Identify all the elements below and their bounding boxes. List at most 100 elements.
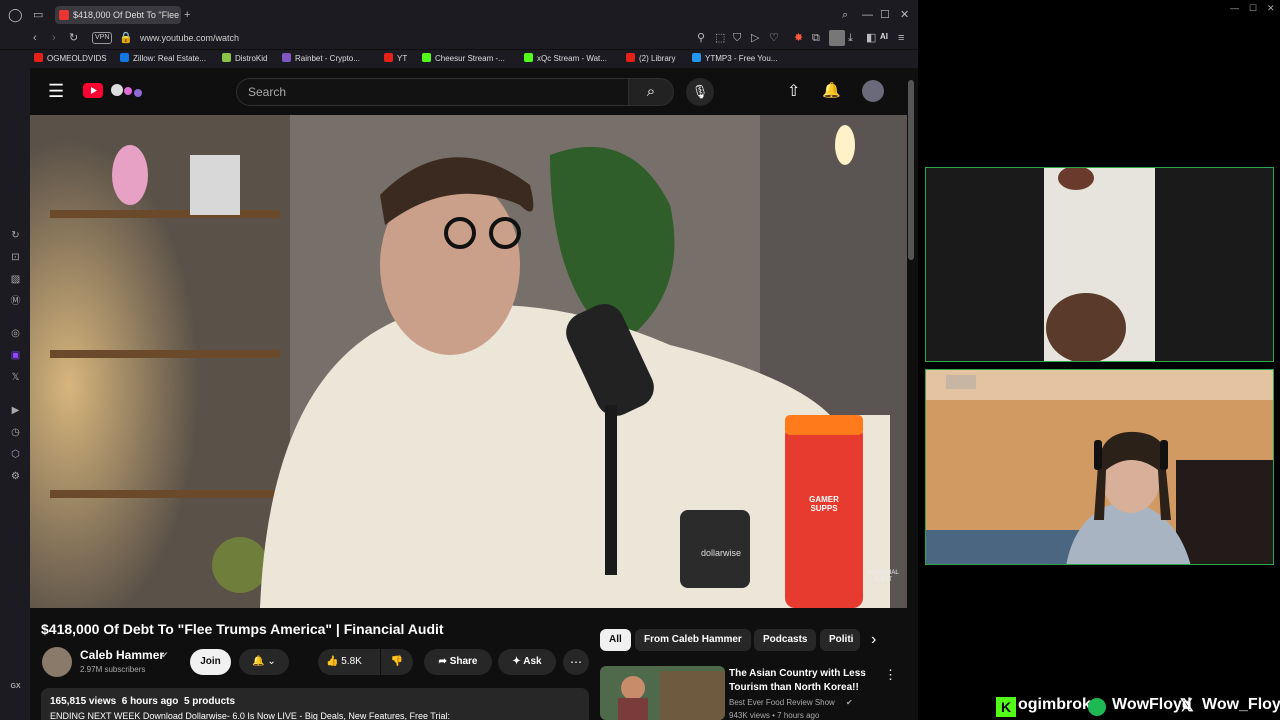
rec-thumbnail[interactable] <box>600 666 725 720</box>
channel-name[interactable]: Caleb Hammer <box>80 648 164 662</box>
rec-channel[interactable]: Best Ever Food Review Show <box>729 698 835 707</box>
account-avatar[interactable] <box>862 80 884 102</box>
video-player[interactable]: dollarwise GAMER SUPPS FINANCIAL AUDIT <box>30 115 907 608</box>
chips-next-icon[interactable]: › <box>871 631 876 649</box>
description-box[interactable]: 165,815 views 6 hours ago 5 products END… <box>41 688 589 720</box>
rec-title-line1[interactable]: The Asian Country with Less <box>729 667 866 681</box>
settings-icon[interactable]: ⚙ <box>9 470 22 483</box>
extension-icon[interactable]: ✸ <box>794 31 803 45</box>
bookmark-favicon-icon <box>34 53 43 62</box>
clock-icon[interactable]: ◷ <box>9 426 22 439</box>
streamer-camera-feed <box>926 370 1273 564</box>
snapshot-icon[interactable]: ⬚ <box>715 31 725 45</box>
maximize-icon[interactable]: ☐ <box>1249 3 1257 14</box>
ask-button[interactable]: ✦ Ask <box>498 649 556 675</box>
video-title: $418,000 Of Debt To "Flee Trumps America… <box>41 621 444 637</box>
more-actions-button[interactable]: ⋯ <box>563 649 589 675</box>
back-icon[interactable]: ‹ <box>33 31 37 45</box>
voice-search-button[interactable]: 🎙 <box>686 78 714 106</box>
url-field[interactable]: www.youtube.com/watch <box>140 31 239 45</box>
page-scrollbar[interactable] <box>908 80 914 260</box>
chip-politics[interactable]: Politi <box>820 629 860 651</box>
doodle-logo-icon[interactable] <box>108 81 146 99</box>
subscribed-bell-button[interactable]: 🔔 ⌄ <box>239 649 289 675</box>
discord-icon[interactable]: ◎ <box>9 327 22 340</box>
search-icon: ⌕ <box>646 83 656 100</box>
search-input[interactable]: Search <box>236 78 630 106</box>
chip-podcasts[interactable]: Podcasts <box>754 629 817 651</box>
thumbs-down-icon: 👎 <box>390 656 404 667</box>
streamer-camera <box>925 369 1274 565</box>
extensions-icon[interactable]: ⬡ <box>9 448 22 461</box>
x-username: Wow_Floyd1 <box>1202 696 1280 713</box>
chip-all[interactable]: All <box>600 629 631 651</box>
bookmark-favicon-icon <box>384 53 393 62</box>
download-icon[interactable]: ⤓ <box>848 31 853 45</box>
player-icon[interactable]: ▷ <box>751 31 759 45</box>
easy-setup-icon[interactable]: ≡ <box>898 31 904 45</box>
player-icon[interactable]: ▶ <box>9 404 22 417</box>
reload-icon[interactable]: ↻ <box>69 31 78 45</box>
extensions-icon[interactable]: ◧ <box>866 31 876 45</box>
twitch-icon[interactable]: ▣ <box>9 349 22 362</box>
bookmark-favicon-icon <box>222 53 231 62</box>
tab-menu-icon[interactable]: ▭ <box>33 8 43 22</box>
more-horizontal-icon: ⋯ <box>570 655 582 669</box>
bag-icon[interactable]: ⊡ <box>9 251 22 264</box>
minimize-icon[interactable]: — <box>862 8 873 22</box>
bookmark-item[interactable]: Zillow: Real Estate... <box>120 53 206 65</box>
channel-avatar[interactable] <box>42 647 72 677</box>
bookmark-favicon-icon <box>626 53 635 62</box>
x-twitter-icon[interactable]: 𝕏 <box>9 371 22 384</box>
browser-sidebar: ↻ ⊡ ▨ Ⓜ ◎ ▣ 𝕏 ▶ ◷ ⬡ ⚙ GX <box>0 68 30 720</box>
bookmark-item[interactable]: Rainbet - Crypto... <box>282 53 360 65</box>
gx-corner-icon[interactable]: ▨ <box>9 273 22 286</box>
heart-icon[interactable]: ♡ <box>769 31 779 45</box>
maximize-icon[interactable]: ☐ <box>880 8 890 22</box>
chip-from-channel[interactable]: From Caleb Hammer <box>635 629 751 651</box>
minimize-icon[interactable]: — <box>1230 3 1239 13</box>
bookmark-item[interactable]: Cheesur Stream -... <box>422 53 505 65</box>
aria-ai-button[interactable]: AI <box>880 32 888 41</box>
pin-icon[interactable]: ⚲ <box>697 31 705 45</box>
rec-thumbnail-image <box>600 666 725 720</box>
video-frame <box>30 115 907 608</box>
tab-youtube[interactable]: $418,000 Of Debt To "Flee <box>55 6 181 24</box>
share-button[interactable]: ➦ Share <box>424 649 492 675</box>
gx-control-icon[interactable]: GX <box>9 680 22 693</box>
like-button[interactable]: 👍 5.8K <box>318 649 380 675</box>
youtube-header: ☰ Search ⌕ 🎙 ⇧ 🔔 <box>30 68 910 115</box>
mic-icon: 🎙 <box>691 84 709 99</box>
rec-more-icon[interactable]: ⋮ <box>884 667 897 683</box>
bookmark-item[interactable]: (2) Library <box>626 53 675 65</box>
lock-icon[interactable]: 🔒 <box>119 31 133 45</box>
shield-icon[interactable]: ⛉ <box>733 31 741 45</box>
history-icon[interactable]: ↻ <box>9 229 22 242</box>
search-tabs-icon[interactable]: ⌕ <box>842 8 848 22</box>
bookmark-item[interactable]: DistroKid <box>222 53 267 65</box>
upload-icon[interactable]: ⇧ <box>787 81 800 101</box>
like-count: 5.8K <box>341 656 362 667</box>
close-icon[interactable]: ✕ <box>900 8 909 22</box>
dislike-button[interactable]: 👎 <box>381 649 413 675</box>
bookmark-item[interactable]: OGMEOLDVIDS <box>34 53 107 65</box>
close-icon[interactable]: ✕ <box>1267 3 1275 14</box>
bookmark-item[interactable]: YT <box>384 53 407 65</box>
bookmark-item[interactable]: xQc Stream - Wat... <box>524 53 607 65</box>
menu-icon[interactable]: ☰ <box>48 81 64 101</box>
rec-title-line2[interactable]: Tourism than North Korea!! <box>729 681 859 695</box>
mug-brand-text: dollarwise <box>701 548 742 558</box>
puzzle-icon[interactable]: ⧉ <box>812 31 820 45</box>
subscriber-count: 2.97M subscribers <box>80 665 146 674</box>
search-button[interactable]: ⌕ <box>628 78 674 106</box>
messenger-icon[interactable]: Ⓜ <box>9 295 22 308</box>
profile-thumbnail[interactable] <box>829 30 845 46</box>
new-tab-button[interactable]: + <box>184 8 190 22</box>
join-button[interactable]: Join <box>190 649 231 675</box>
forward-icon[interactable]: › <box>52 31 56 45</box>
notifications-bell-icon[interactable]: 🔔 <box>822 81 841 99</box>
youtube-logo-icon[interactable] <box>83 83 103 98</box>
vpn-badge[interactable]: VPN <box>92 32 113 44</box>
bookmark-item[interactable]: YTMP3 - Free You... <box>692 53 777 65</box>
opera-gx-logo-icon[interactable]: ◯ <box>8 8 23 22</box>
